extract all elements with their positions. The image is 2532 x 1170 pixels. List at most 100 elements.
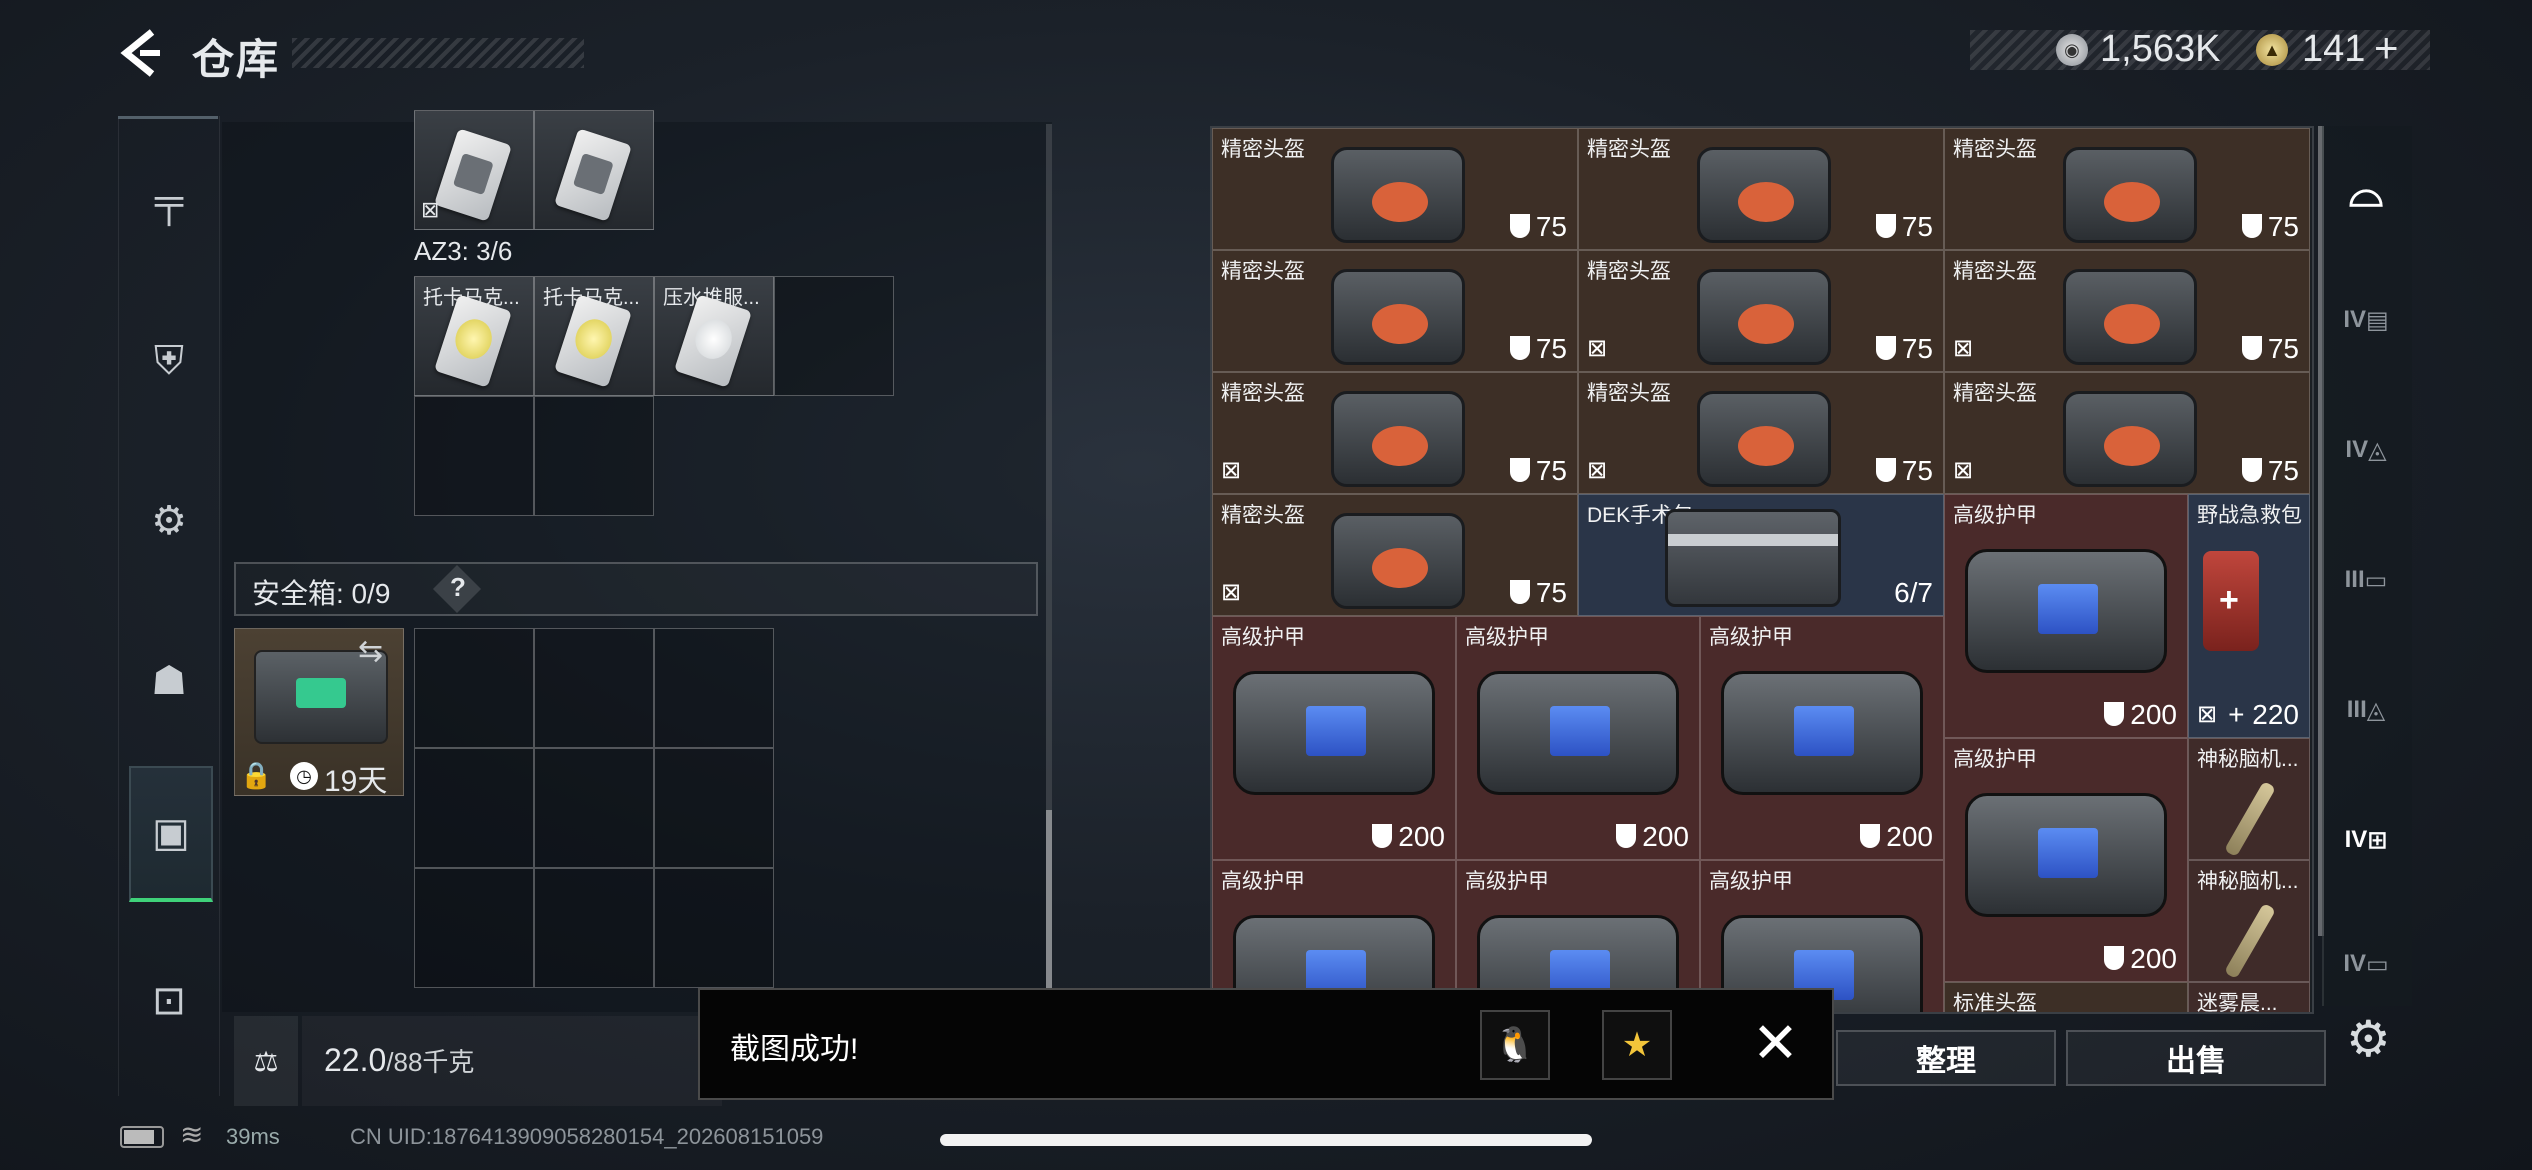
- item-cell[interactable]: DEK手术包 6/7: [1578, 494, 1944, 616]
- swap-icon[interactable]: ⇆: [358, 634, 383, 669]
- item-slot[interactable]: 托卡马克...: [414, 276, 534, 396]
- durability-icon: [2104, 702, 2125, 726]
- card-icon: [554, 128, 632, 222]
- sell-button[interactable]: 出售: [2066, 1030, 2326, 1086]
- weight-readout: 22.0/88千克: [324, 1042, 474, 1079]
- back-arrow-icon[interactable]: [118, 28, 162, 78]
- safe-slot[interactable]: [534, 628, 654, 748]
- category-rail: ╤ ⛨ ⚙ ☗ ▣ ⊡: [118, 116, 220, 1096]
- item-cell[interactable]: 标准头盔: [1944, 982, 2188, 1012]
- safe-slot[interactable]: [654, 628, 774, 748]
- silver-coin-icon: ◉: [2056, 34, 2088, 66]
- safe-slot[interactable]: [534, 868, 654, 988]
- qq-share-icon[interactable]: 🐧: [1480, 1010, 1550, 1080]
- item-cell[interactable]: 高级护甲 200: [1700, 616, 1944, 860]
- item-cell[interactable]: 神秘脑机...: [2188, 738, 2310, 860]
- durability-icon: [2241, 214, 2262, 238]
- item-cell[interactable]: 精密头盔 75: [1212, 128, 1578, 250]
- tier-filter-button[interactable]: III ◬: [2336, 680, 2396, 740]
- tier-filter-button[interactable]: IV ▤: [2336, 290, 2396, 350]
- durability-icon: [2241, 336, 2262, 360]
- tier-filter-button[interactable]: IV ▭: [2336, 934, 2396, 994]
- durability-icon: [1372, 824, 1393, 848]
- helmet-icon: [1697, 269, 1831, 365]
- briefcase-icon[interactable]: ⊡: [129, 936, 209, 1066]
- item-cell[interactable]: 神秘脑机...: [2188, 860, 2310, 982]
- page-title: 仓库: [192, 36, 281, 83]
- safe-slot[interactable]: [654, 868, 774, 988]
- helmet-filter-icon[interactable]: ⌓: [2336, 162, 2396, 222]
- add-gold-button[interactable]: +: [2374, 24, 2399, 72]
- weight-max: /88千克: [386, 1047, 475, 1077]
- no-sell-icon: ⊠: [421, 197, 440, 222]
- durability-icon: [2104, 946, 2125, 970]
- qzone-share-icon[interactable]: ★: [1602, 1010, 1672, 1080]
- armor-icon: [1965, 793, 2167, 917]
- safe-slot[interactable]: [414, 868, 534, 988]
- item-cell[interactable]: 精密头盔 ⊠ 75: [1944, 250, 2310, 372]
- helmet-icon: [2063, 147, 2197, 243]
- help-icon: ?: [450, 572, 466, 602]
- safe-box-label: 安全箱: 0/9: [252, 578, 391, 609]
- item-cell[interactable]: 精密头盔 ⊠ 75: [1578, 250, 1944, 372]
- safe-slot[interactable]: [654, 748, 774, 868]
- empty-slot[interactable]: [414, 396, 534, 516]
- no-sell-icon: ⊠: [1953, 457, 1974, 484]
- safe-slot[interactable]: [414, 628, 534, 748]
- safe-slot[interactable]: [534, 748, 654, 868]
- scrollbar-thumb[interactable]: [1046, 810, 1052, 990]
- tier-filter-button[interactable]: III ▭: [2336, 550, 2396, 610]
- empty-slot[interactable]: [774, 276, 894, 396]
- surgery-kit-icon: [1665, 509, 1841, 607]
- helmet-icon: [1331, 269, 1465, 365]
- item-slot[interactable]: ⊠: [414, 110, 534, 230]
- gold-amount: 141: [2302, 28, 2366, 70]
- no-sell-icon: ⊠: [1587, 335, 1608, 362]
- weight-icon: ⚖: [234, 1016, 298, 1106]
- armor-icon: [1477, 671, 1679, 795]
- item-slot[interactable]: [534, 110, 654, 230]
- item-cell[interactable]: 精密头盔 ⊠ 75: [1578, 372, 1944, 494]
- lock-icon: 🔒: [240, 760, 273, 790]
- tier-filter-button[interactable]: IV ⊞: [2336, 810, 2396, 870]
- helmet-icon: [1697, 147, 1831, 243]
- title-decoration: [292, 38, 584, 68]
- sort-button[interactable]: 整理: [1836, 1030, 2056, 1086]
- home-indicator[interactable]: [940, 1134, 1592, 1146]
- close-icon[interactable]: ✕: [1752, 1010, 1799, 1076]
- tier-filter-button[interactable]: IV ◬: [2336, 420, 2396, 480]
- item-cell[interactable]: 精密头盔 75: [1578, 128, 1944, 250]
- item-cell[interactable]: 精密头盔 75: [1212, 250, 1578, 372]
- container-icon[interactable]: ▣: [129, 766, 213, 902]
- armor-icon: [1721, 671, 1923, 795]
- item-cell[interactable]: 高级护甲 200: [1944, 494, 2188, 738]
- item-slot[interactable]: 压水堆服...: [654, 276, 774, 396]
- helmet-icon: [1697, 391, 1831, 487]
- item-cell[interactable]: 高级护甲 200: [1944, 738, 2188, 982]
- empty-slot[interactable]: [534, 396, 654, 516]
- item-cell[interactable]: 精密头盔 ⊠ 75: [1212, 494, 1578, 616]
- rail-divider: [118, 116, 218, 119]
- durability-icon: [1616, 824, 1637, 848]
- armor-icon: [1233, 671, 1435, 795]
- first-aid-icon: [2203, 551, 2259, 651]
- item-cell[interactable]: 精密头盔 ⊠ 75: [1212, 372, 1578, 494]
- weight-current: 22.0: [324, 1042, 387, 1078]
- weapon-icon[interactable]: ╤: [129, 136, 209, 266]
- durability-icon: [1875, 214, 1896, 238]
- wifi-icon: ≋: [180, 1119, 204, 1150]
- backpack-icon[interactable]: ⚙: [129, 456, 209, 586]
- vest-icon[interactable]: ⛨: [129, 296, 209, 426]
- durability-icon: [1509, 458, 1530, 482]
- settings-gear-icon[interactable]: ⚙: [2346, 1010, 2391, 1068]
- item-slot[interactable]: 托卡马克...: [534, 276, 654, 396]
- bag-icon[interactable]: ☗: [129, 616, 209, 746]
- item-cell[interactable]: 野战急救包 ⊠ + 220: [2188, 494, 2310, 738]
- safe-slot[interactable]: [414, 748, 534, 868]
- item-cell[interactable]: 精密头盔 75: [1944, 128, 2310, 250]
- item-cell[interactable]: 高级护甲 200: [1212, 616, 1456, 860]
- item-cell[interactable]: 高级护甲 200: [1456, 616, 1700, 860]
- ping-readout: 39ms: [226, 1124, 280, 1149]
- item-cell[interactable]: 精密头盔 ⊠ 75: [1944, 372, 2310, 494]
- item-cell[interactable]: 迷雾晨...: [2188, 982, 2310, 1012]
